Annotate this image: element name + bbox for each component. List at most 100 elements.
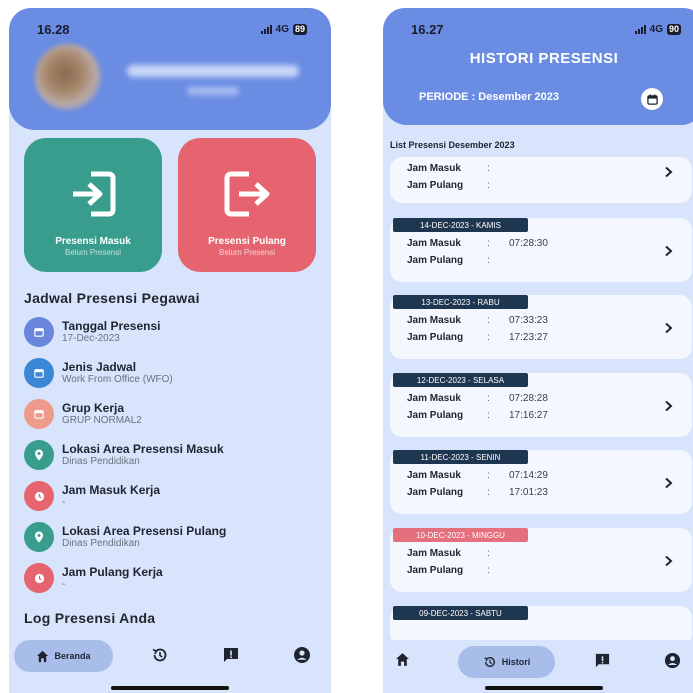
jam-masuk-row: Jam Masuk: 07:28:28 bbox=[407, 393, 607, 405]
status-bar: 16.27 4G 90 bbox=[383, 20, 693, 38]
jam-pulang-value: 17:01:23 bbox=[509, 487, 548, 498]
presensi-pulang-button[interactable]: Presensi Pulang Belum Presensi bbox=[178, 138, 316, 272]
jam-pulang-label: Jam Pulang bbox=[407, 487, 464, 498]
separator: : bbox=[487, 487, 490, 498]
date-badge: 12-DEC-2023 - SELASA bbox=[393, 373, 528, 387]
jam-masuk-label: Jam Masuk bbox=[407, 315, 461, 326]
jam-masuk-value: 07:28:30 bbox=[509, 238, 548, 249]
logout-icon bbox=[224, 171, 270, 217]
jam-pulang-row: Jam Pulang: 17:01:23 bbox=[407, 487, 607, 499]
calendar-button[interactable] bbox=[641, 88, 663, 110]
schedule-item-title: Lokasi Area Presensi Masuk bbox=[62, 442, 224, 456]
nav-report[interactable] bbox=[222, 646, 240, 664]
history-card[interactable]: 11-DEC-2023 - SENIN Jam Masuk:07:14:29 Jam… bbox=[390, 450, 692, 514]
chevron-right-icon bbox=[665, 322, 673, 334]
nav-report[interactable] bbox=[594, 652, 611, 669]
tile-subtitle: Belum Presensi bbox=[64, 248, 122, 257]
schedule-item: Tanggal Presensi 17-Dec-2023 bbox=[24, 317, 324, 358]
status-time: 16.28 bbox=[37, 21, 70, 37]
jam-pulang-row: Jam Pulang: 17:16:27 bbox=[407, 410, 607, 422]
separator: : bbox=[487, 393, 490, 404]
profile-icon bbox=[294, 647, 310, 663]
history-card[interactable]: 12-DEC-2023 - SELASA Jam Masuk:07:28:28 Ja… bbox=[390, 373, 692, 437]
separator: : bbox=[487, 238, 490, 249]
bottom-nav: Histori bbox=[383, 640, 693, 684]
feedback-icon bbox=[224, 648, 238, 662]
history-card[interactable]: 14-DEC-2023 - KAMIS Jam Masuk:07:28:30 Jam… bbox=[390, 218, 692, 282]
schedule-item: Lokasi Area Presensi Pulang Dinas Pendidi… bbox=[24, 522, 324, 563]
jam-pulang-row: Jam Pulang: bbox=[407, 255, 607, 267]
schedule-item: Jam Masuk Kerja - bbox=[24, 481, 324, 522]
jam-masuk-label: Jam Masuk bbox=[407, 470, 461, 481]
period-label: PERIODE : Desember 2023 bbox=[419, 91, 560, 103]
network-label: 4G bbox=[275, 23, 289, 35]
jam-pulang-row: Jam Pulang: bbox=[407, 180, 607, 192]
clock-icon bbox=[24, 563, 54, 593]
jam-masuk-label: Jam Masuk bbox=[407, 163, 461, 174]
nav-profile[interactable] bbox=[293, 646, 311, 664]
chevron-right-icon bbox=[665, 555, 673, 567]
chevron-right-icon bbox=[665, 166, 673, 178]
network-label: 4G bbox=[649, 23, 663, 35]
jam-pulang-value: 17:16:27 bbox=[509, 410, 548, 421]
blurred-user-id bbox=[187, 87, 239, 95]
login-icon bbox=[73, 171, 116, 217]
jam-masuk-label: Jam Masuk bbox=[407, 393, 461, 404]
jam-pulang-label: Jam Pulang bbox=[407, 565, 464, 576]
schedule-item: Grup Kerja GRUP NORMAL2 bbox=[24, 399, 324, 440]
jam-masuk-row: Jam Masuk: 07:28:30 bbox=[407, 238, 607, 250]
jam-pulang-row: Jam Pulang: bbox=[407, 565, 607, 577]
history-screen: HISTORI PRESENSI PERIODE : Desember 2023… bbox=[383, 8, 693, 693]
bottom-nav: Beranda bbox=[9, 634, 331, 678]
avatar[interactable] bbox=[35, 44, 101, 110]
schedule-item-value: Work From Office (WFO) bbox=[62, 374, 173, 385]
jam-masuk-label: Jam Masuk bbox=[407, 548, 461, 559]
battery-icon: 90 bbox=[666, 23, 681, 35]
calendar-icon bbox=[646, 93, 658, 105]
history-icon bbox=[483, 657, 495, 667]
jam-masuk-row: Jam Masuk: bbox=[407, 163, 607, 175]
date-badge: 14-DEC-2023 - KAMIS bbox=[393, 218, 528, 232]
history-card[interactable]: 10-DEC-2023 - MINGGU Jam Masuk: Jam Pulang… bbox=[390, 528, 692, 592]
jam-pulang-label: Jam Pulang bbox=[407, 410, 464, 421]
profile-icon bbox=[664, 652, 681, 669]
jam-masuk-label: Jam Masuk bbox=[407, 238, 461, 249]
schedule-item-value: Dinas Pendidikan bbox=[62, 538, 140, 549]
jam-masuk-row: Jam Masuk: 07:33:23 bbox=[407, 315, 607, 327]
history-card[interactable]: Jam Masuk: Jam Pulang: bbox=[390, 157, 692, 203]
jam-masuk-value: 07:14:29 bbox=[509, 470, 548, 481]
schedule-section-title: Jadwal Presensi Pegawai bbox=[24, 290, 200, 306]
schedule-list: Tanggal Presensi 17-Dec-2023 Jenis Jadwal W… bbox=[24, 317, 324, 604]
nav-histori[interactable]: Histori bbox=[458, 646, 555, 678]
jam-pulang-label: Jam Pulang bbox=[407, 180, 464, 191]
schedule-item-value: - bbox=[62, 579, 66, 590]
home-indicator bbox=[111, 686, 229, 690]
history-card[interactable]: 13-DEC-2023 - RABU Jam Masuk:07:33:23 Jam … bbox=[390, 295, 692, 359]
calendar-icon bbox=[24, 358, 54, 388]
schedule-item-title: Jam Masuk Kerja bbox=[62, 483, 161, 497]
nav-label: Histori bbox=[501, 657, 531, 667]
chevron-right-icon bbox=[665, 400, 673, 412]
nav-histori[interactable] bbox=[151, 646, 169, 664]
schedule-item-value: Dinas Pendidikan bbox=[62, 456, 140, 467]
chevron-right-icon bbox=[665, 245, 673, 257]
presensi-masuk-button[interactable]: Presensi Masuk Belum Presensi bbox=[24, 138, 162, 272]
nav-beranda[interactable]: Beranda bbox=[14, 640, 113, 672]
separator: : bbox=[487, 315, 490, 326]
schedule-item-value: - bbox=[62, 497, 66, 508]
chevron-right-icon bbox=[665, 477, 673, 489]
schedule-item: Lokasi Area Presensi Masuk Dinas Pendidik… bbox=[24, 440, 324, 481]
clock-icon bbox=[24, 481, 54, 511]
location-pin-icon bbox=[24, 440, 54, 470]
calendar-icon bbox=[24, 399, 54, 429]
nav-beranda[interactable] bbox=[395, 652, 410, 667]
schedule-item: Jenis Jadwal Work From Office (WFO) bbox=[24, 358, 324, 399]
schedule-item-title: Lokasi Area Presensi Pulang bbox=[62, 524, 227, 538]
calendar-icon bbox=[24, 317, 54, 347]
signal-icon bbox=[634, 24, 646, 34]
nav-profile[interactable] bbox=[664, 652, 681, 669]
home-screen: 16.28 4G 89 Presensi Masuk Belum Presens… bbox=[9, 8, 331, 693]
nav-label: Beranda bbox=[54, 651, 91, 661]
jam-pulang-label: Jam Pulang bbox=[407, 332, 464, 343]
jam-masuk-value: 07:33:23 bbox=[509, 315, 548, 326]
